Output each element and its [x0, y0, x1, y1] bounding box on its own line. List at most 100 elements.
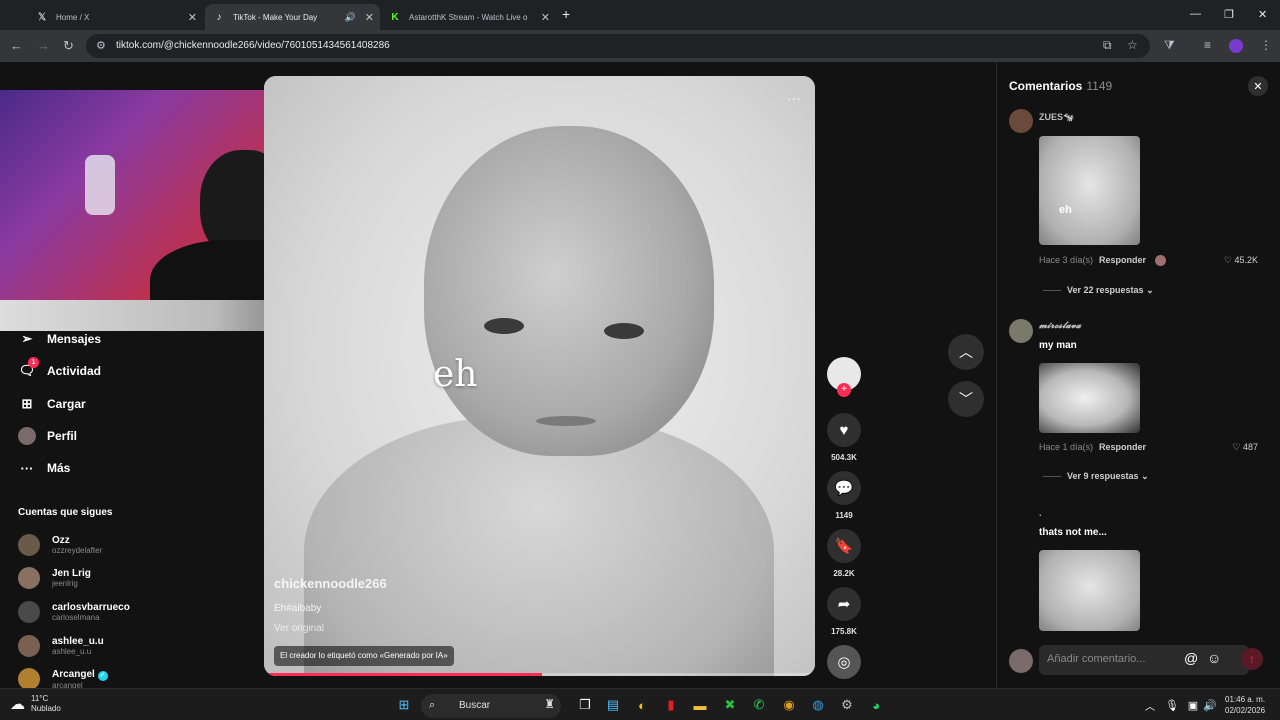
- xbox-icon[interactable]: ✖: [721, 696, 739, 714]
- save-button[interactable]: 🔖 28.2K: [826, 529, 862, 578]
- comment-image[interactable]: [1039, 550, 1140, 631]
- address-bar[interactable]: ⚙ tiktok.com/@chickennoodle266/video/760…: [86, 34, 1150, 58]
- mention-icon[interactable]: @: [1184, 650, 1198, 666]
- new-tab-button[interactable]: +: [562, 6, 570, 22]
- chevron-down-icon: ⌄: [1146, 285, 1154, 295]
- close-tab-icon[interactable]: ✕: [365, 11, 374, 24]
- comment-like-button[interactable]: ♡ 487: [1232, 442, 1258, 453]
- video-progress-bar[interactable]: [264, 673, 815, 676]
- previous-video-button[interactable]: ︿: [948, 334, 984, 370]
- following-account[interactable]: carlosvbarrueco carloselmana: [18, 601, 130, 623]
- weather-app-icon[interactable]: ◐: [633, 696, 651, 714]
- avatar[interactable]: [1009, 506, 1033, 530]
- minimize-button[interactable]: —: [1190, 8, 1201, 20]
- comment-like-button[interactable]: ♡ 45.2K: [1224, 255, 1258, 266]
- install-app-icon[interactable]: ⧉: [1103, 38, 1112, 53]
- share-button[interactable]: ➦ 175.8K: [826, 587, 862, 636]
- file-explorer-icon[interactable]: ▬: [691, 696, 709, 714]
- avatar[interactable]: [1009, 319, 1033, 343]
- forward-button[interactable]: →: [37, 38, 50, 53]
- more-options-icon[interactable]: ···: [787, 90, 801, 106]
- clock[interactable]: 01:46 a. m. 02/02/2026: [1225, 694, 1265, 716]
- tab-kick[interactable]: K AstarotthK Stream - Watch Live o ✕: [381, 4, 556, 30]
- nav-perfil[interactable]: Perfil: [18, 427, 77, 445]
- edge-icon[interactable]: ◍: [809, 696, 827, 714]
- tab-label: TikTok - Make Your Day: [233, 12, 318, 22]
- app-icon[interactable]: ▮: [662, 696, 680, 714]
- video-author[interactable]: chickennoodle266: [274, 576, 387, 591]
- following-account[interactable]: Ozz ozzreydelafter: [18, 534, 102, 556]
- browser-toolbar: ← → ↻ ⚙ tiktok.com/@chickennoodle266/vid…: [0, 30, 1280, 62]
- send-arrow-icon[interactable]: ↑: [1241, 648, 1263, 670]
- close-comments-button[interactable]: ✕: [1248, 76, 1268, 96]
- following-account[interactable]: ashlee_u.u ashlee_u.u: [18, 635, 104, 657]
- comment-username[interactable]: .: [1039, 508, 1042, 518]
- nav-actividad[interactable]: 🗨 1 Actividad: [18, 357, 101, 380]
- avatar[interactable]: [1009, 109, 1033, 133]
- view-replies-button[interactable]: Ver 9 respuestas ⌄: [1043, 471, 1149, 482]
- following-title: Cuentas que sigues: [18, 507, 113, 518]
- next-video-button[interactable]: ﹀: [948, 381, 984, 417]
- reply-button[interactable]: Responder: [1099, 255, 1146, 265]
- verified-badge-icon: ✓: [97, 670, 108, 681]
- task-view-icon[interactable]: ❐: [576, 696, 594, 714]
- video-description[interactable]: Eh#aibaby: [274, 603, 321, 614]
- emoji-icon[interactable]: ☺: [1207, 650, 1221, 666]
- view-replies-button[interactable]: Ver 22 respuestas ⌄: [1043, 285, 1154, 296]
- tab-tiktok[interactable]: ♪ TikTok - Make Your Day 🔊 ✕: [205, 4, 380, 30]
- chrome-icon[interactable]: ◉: [780, 696, 798, 714]
- taskbar-search[interactable]: ⌕ Buscar ♜: [421, 694, 561, 718]
- author-avatar-button[interactable]: +: [826, 357, 862, 397]
- reload-button[interactable]: ↻: [63, 38, 74, 54]
- nav-mas[interactable]: ··· Más: [18, 459, 71, 477]
- speaker-icon[interactable]: 🔊: [345, 12, 356, 23]
- profile-avatar-icon[interactable]: [1229, 39, 1243, 53]
- avatar: [18, 601, 40, 623]
- account-name: ashlee_u.u: [52, 636, 104, 647]
- tray-chevron-icon[interactable]: ︿: [1141, 696, 1159, 714]
- close-window-button[interactable]: ✕: [1258, 8, 1267, 21]
- maximize-button[interactable]: ❐: [1224, 8, 1234, 21]
- extensions-icon[interactable]: ⧩: [1164, 38, 1175, 53]
- comment-button[interactable]: 💬 1149: [826, 471, 862, 520]
- whatsapp-icon[interactable]: ✆: [750, 696, 768, 714]
- steam-icon[interactable]: ⚙: [838, 696, 856, 714]
- spotify-icon[interactable]: ◕: [867, 696, 885, 714]
- bookmark-star-icon[interactable]: ☆: [1127, 38, 1138, 52]
- avatar: [18, 534, 40, 556]
- nav-mensajes[interactable]: ➢ Mensajes: [18, 330, 101, 348]
- weather-widget[interactable]: ☁ 11°C Nublado: [10, 694, 61, 714]
- video-player[interactable]: eh ··· chickennoodle266 Eh#aibaby Ver or…: [264, 76, 815, 676]
- menu-kebab-icon[interactable]: ⋮: [1260, 38, 1272, 52]
- follow-plus-icon[interactable]: +: [837, 383, 851, 397]
- back-button[interactable]: ←: [10, 38, 23, 53]
- comment-image[interactable]: eh: [1039, 136, 1140, 245]
- account-name: Ozz: [52, 535, 70, 546]
- nav-cargar[interactable]: ⊞ Cargar: [18, 395, 86, 413]
- following-account[interactable]: Arcangel ✓ arcangel: [18, 668, 108, 690]
- like-button[interactable]: ♥ 504.3K: [826, 413, 862, 462]
- tiktok-page: ➢ Mensajes 🗨 1 Actividad ⊞ Cargar Perfil…: [0, 62, 1280, 690]
- comment-username[interactable]: ZUES🐄: [1039, 112, 1074, 123]
- save-count: 28.2K: [833, 569, 855, 578]
- microphone-icon[interactable]: 🎙: [1163, 696, 1181, 714]
- comment-image[interactable]: [1039, 363, 1140, 433]
- weather-desc: Nublado: [31, 704, 61, 713]
- tab-x[interactable]: 𝕏 Home / X ✕: [28, 4, 203, 30]
- windows-start-icon[interactable]: ⊞: [395, 696, 413, 714]
- volume-icon[interactable]: 🔊: [1201, 696, 1219, 714]
- close-tab-icon[interactable]: ✕: [188, 11, 197, 24]
- media-control-icon[interactable]: ≡: [1204, 38, 1211, 52]
- see-original-link[interactable]: Ver original: [274, 623, 324, 634]
- store-icon[interactable]: ▤: [604, 696, 622, 714]
- site-settings-icon[interactable]: ⚙: [96, 39, 106, 52]
- network-icon[interactable]: ▣: [1184, 696, 1202, 714]
- following-account[interactable]: Jen Lrig jeenlrig: [18, 567, 91, 589]
- comments-header: Comentarios 1149: [1009, 79, 1112, 93]
- comment-username[interactable]: 𝓶𝓲𝓻𝓸𝓼𝓵𝓪𝓿𝓪: [1039, 321, 1081, 331]
- comments-title: Comentarios: [1009, 79, 1083, 93]
- close-tab-icon[interactable]: ✕: [541, 11, 550, 24]
- music-disc-button[interactable]: ◎: [826, 645, 862, 679]
- tiktok-logo-icon: ♪: [216, 11, 222, 23]
- reply-button[interactable]: Responder: [1099, 442, 1146, 452]
